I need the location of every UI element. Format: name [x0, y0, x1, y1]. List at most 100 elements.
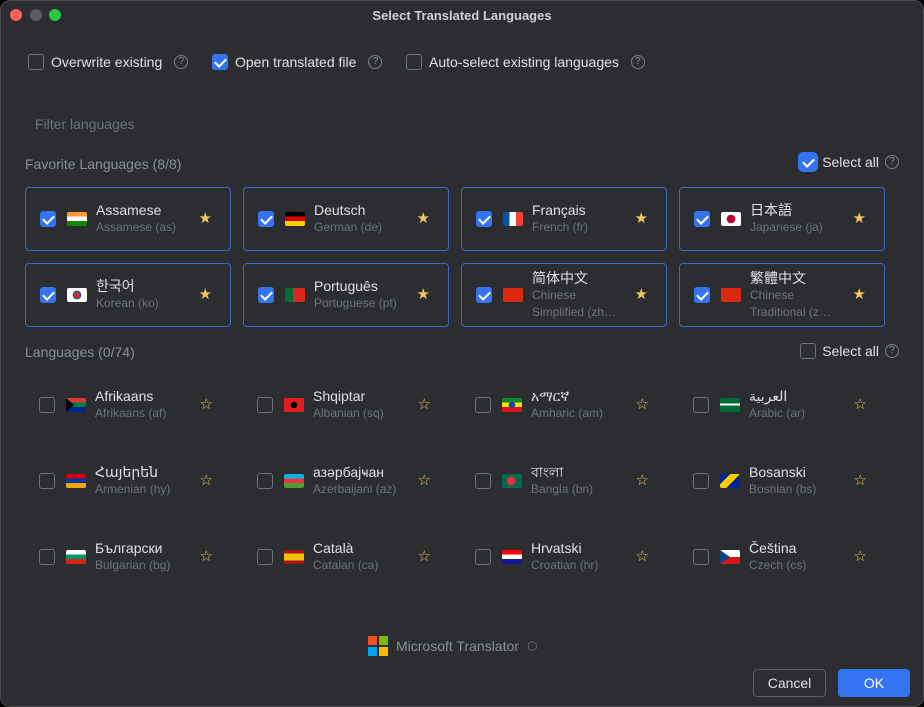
- star-outline-icon[interactable]: ☆: [636, 548, 649, 566]
- favorite-language-card[interactable]: Deutsch German (de) ★: [243, 187, 449, 251]
- language-name: Български: [95, 540, 163, 556]
- language-name: Afrikaans: [95, 388, 154, 404]
- star-outline-icon[interactable]: ☆: [854, 548, 867, 566]
- favorites-select-all[interactable]: Select all ?: [800, 154, 899, 170]
- language-card[interactable]: Català Catalan (ca) ☆: [243, 525, 449, 589]
- star-filled-icon[interactable]: ★: [417, 286, 430, 304]
- favorite-language-card[interactable]: Português Portuguese (pt) ★: [243, 263, 449, 327]
- open-translated-file-checkbox[interactable]: [212, 54, 228, 70]
- language-checkbox[interactable]: [39, 473, 55, 489]
- languages-title: Languages (0/74): [25, 344, 135, 360]
- language-checkbox[interactable]: [258, 287, 274, 303]
- favorite-language-card[interactable]: 한국어 Korean (ko) ★: [25, 263, 231, 327]
- languages-select-all[interactable]: Select all ?: [800, 343, 899, 359]
- language-checkbox[interactable]: [475, 549, 491, 565]
- help-icon[interactable]: ?: [885, 344, 899, 358]
- overwrite-existing-checkbox[interactable]: [28, 54, 44, 70]
- star-outline-icon[interactable]: ☆: [200, 472, 213, 490]
- star-filled-icon[interactable]: ★: [853, 210, 866, 228]
- star-filled-icon[interactable]: ★: [635, 286, 648, 304]
- star-outline-icon[interactable]: ☆: [636, 472, 649, 490]
- language-card[interactable]: አማርኛ Amharic (am) ☆: [461, 373, 667, 437]
- language-checkbox[interactable]: [694, 211, 710, 227]
- language-checkbox[interactable]: [693, 397, 709, 413]
- language-card[interactable]: азәрбајҹан Azerbaijani (az) ☆: [243, 449, 449, 513]
- languages-select-all-checkbox[interactable]: [800, 343, 817, 359]
- language-checkbox[interactable]: [257, 473, 273, 489]
- language-name: Čeština: [749, 540, 797, 556]
- language-checkbox[interactable]: [257, 397, 273, 413]
- microsoft-translator-brand: Microsoft Translator ⬡: [368, 636, 537, 656]
- language-checkbox[interactable]: [693, 549, 709, 565]
- language-checkbox[interactable]: [39, 397, 55, 413]
- help-icon[interactable]: ?: [885, 155, 899, 169]
- language-checkbox[interactable]: [258, 211, 274, 227]
- help-icon[interactable]: ?: [368, 55, 383, 69]
- auto-select-existing-checkbox[interactable]: [406, 54, 422, 70]
- favorite-language-card[interactable]: 繁體中文 Chinese Traditional (z… ★: [679, 263, 885, 327]
- star-filled-icon[interactable]: ★: [199, 210, 212, 228]
- ok-button[interactable]: OK: [838, 669, 910, 697]
- language-card[interactable]: Shqiptar Albanian (sq) ☆: [243, 373, 449, 437]
- help-icon[interactable]: ?: [174, 55, 189, 69]
- language-card[interactable]: Bosanski Bosnian (bs) ☆: [679, 449, 885, 513]
- star-filled-icon[interactable]: ★: [635, 210, 648, 228]
- star-outline-icon[interactable]: ☆: [418, 548, 431, 566]
- auto-select-existing-label: Auto-select existing languages: [429, 54, 619, 70]
- star-outline-icon[interactable]: ☆: [636, 396, 649, 414]
- bulgaria-flag-icon: [66, 550, 86, 564]
- option-open-translated-file[interactable]: Open translated file ?: [212, 54, 383, 70]
- star-outline-icon[interactable]: ☆: [200, 548, 213, 566]
- language-subtitle: Arabic (ar): [749, 406, 806, 420]
- india-flag-icon: [67, 212, 87, 226]
- language-subtitle: Portuguese (pt): [314, 296, 397, 310]
- language-checkbox[interactable]: [476, 211, 492, 227]
- favorite-language-card[interactable]: 简体中文 Chinese Simplified (zh… ★: [461, 263, 667, 327]
- language-checkbox[interactable]: [475, 473, 491, 489]
- language-checkbox[interactable]: [475, 397, 491, 413]
- language-card[interactable]: Čeština Czech (cs) ☆: [679, 525, 885, 589]
- language-subtitle: Albanian (sq): [313, 406, 384, 420]
- favorite-language-card[interactable]: 日本語 Japanese (ja) ★: [679, 187, 885, 251]
- language-subtitle: Amharic (am): [531, 406, 604, 420]
- star-outline-icon[interactable]: ☆: [854, 396, 867, 414]
- help-icon[interactable]: ?: [630, 55, 645, 69]
- option-auto-select-existing[interactable]: Auto-select existing languages ?: [406, 54, 645, 70]
- star-outline-icon[interactable]: ☆: [418, 472, 431, 490]
- star-filled-icon[interactable]: ★: [417, 210, 430, 228]
- favorite-language-card[interactable]: Assamese Assamese (as) ★: [25, 187, 231, 251]
- star-outline-icon[interactable]: ☆: [854, 472, 867, 490]
- language-checkbox[interactable]: [40, 211, 56, 227]
- language-name: Français: [532, 202, 586, 218]
- saudi-arabia-flag-icon: [720, 398, 740, 412]
- language-name: Assamese: [96, 202, 162, 218]
- star-filled-icon[interactable]: ★: [199, 286, 212, 304]
- language-card[interactable]: Български Bulgarian (bg) ☆: [25, 525, 231, 589]
- language-card[interactable]: Hrvatski Croatian (hr) ☆: [461, 525, 667, 589]
- language-checkbox[interactable]: [40, 287, 56, 303]
- language-subtitle: German (de): [314, 220, 383, 234]
- language-checkbox[interactable]: [694, 287, 710, 303]
- star-outline-icon[interactable]: ☆: [200, 396, 213, 414]
- language-checkbox[interactable]: [693, 473, 709, 489]
- favorite-language-card[interactable]: Français French (fr) ★: [461, 187, 667, 251]
- star-filled-icon[interactable]: ★: [853, 286, 866, 304]
- czech-flag-icon: [720, 550, 740, 564]
- language-card[interactable]: বাংলা Bangla (bn) ☆: [461, 449, 667, 513]
- filter-languages-input[interactable]: [25, 110, 525, 138]
- language-name: азәрбајҹан: [313, 464, 385, 480]
- languages-select-all-label: Select all: [822, 343, 879, 359]
- language-card[interactable]: Afrikaans Afrikaans (af) ☆: [25, 373, 231, 437]
- language-checkbox[interactable]: [476, 287, 492, 303]
- option-overwrite-existing[interactable]: Overwrite existing ?: [28, 54, 189, 70]
- language-card[interactable]: Հայերեն Armenian (hy) ☆: [25, 449, 231, 513]
- star-outline-icon[interactable]: ☆: [418, 396, 431, 414]
- bosnia-flag-icon: [720, 474, 740, 488]
- language-card[interactable]: العربية Arabic (ar) ☆: [679, 373, 885, 437]
- south-africa-flag-icon: [66, 398, 86, 412]
- overwrite-existing-label: Overwrite existing: [51, 54, 163, 70]
- favorites-select-all-checkbox[interactable]: [800, 154, 817, 170]
- language-checkbox[interactable]: [257, 549, 273, 565]
- language-checkbox[interactable]: [39, 549, 55, 565]
- cancel-button[interactable]: Cancel: [753, 669, 826, 697]
